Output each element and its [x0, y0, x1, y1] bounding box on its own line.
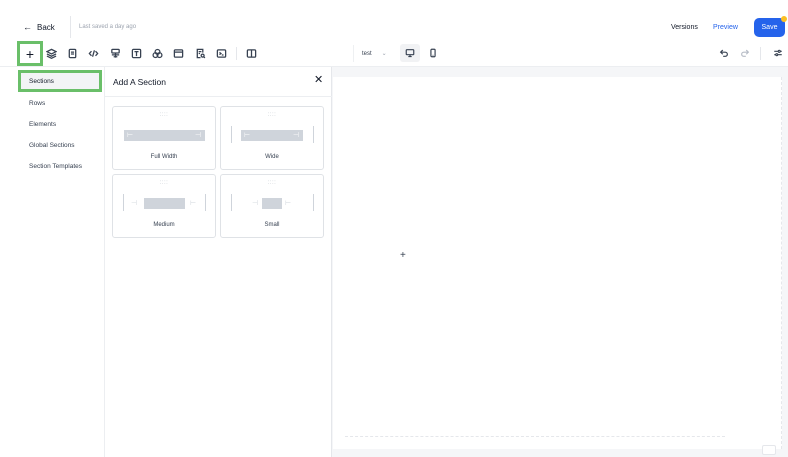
- back-button[interactable]: ← Back: [23, 22, 55, 32]
- section-preview-bar: [144, 198, 185, 209]
- section-card-label: Medium: [153, 222, 175, 228]
- toolbar-divider: [236, 47, 237, 60]
- sidebar-item-sections[interactable]: Sections: [18, 70, 102, 92]
- drag-handle-icon: ::::: [159, 180, 169, 186]
- search-file-icon[interactable]: [193, 46, 207, 60]
- text-icon[interactable]: [129, 46, 143, 60]
- layers-icon[interactable]: [44, 46, 58, 60]
- arrow-right-bar-icon: ⊣: [293, 132, 300, 139]
- colors-icon[interactable]: [150, 46, 164, 60]
- section-card-full-width[interactable]: :::: ⊢ ⊣ Full Width: [112, 106, 216, 170]
- preview-link[interactable]: Preview: [713, 24, 738, 31]
- section-card-medium[interactable]: :::: ⊣ ⊢ Medium: [112, 174, 216, 238]
- sidebar-item-section-templates[interactable]: Section Templates: [18, 155, 102, 177]
- sidebar-item-label: Global Sections: [29, 141, 75, 149]
- arrow-right-bar-icon: ⊣: [195, 132, 202, 139]
- sidebar: Sections Rows Elements Global Sections S…: [0, 67, 105, 457]
- section-preview-bar: [124, 130, 205, 141]
- notification-dot: [781, 16, 787, 22]
- arrow-right-icon: ⊢: [190, 200, 197, 207]
- redo-icon[interactable]: [738, 46, 752, 60]
- boundary-line: [123, 194, 124, 211]
- boundary-line: [313, 126, 314, 143]
- divider: [70, 16, 71, 38]
- arrow-left-icon: ←: [23, 22, 32, 32]
- arrow-left-icon: ⊣: [252, 200, 259, 207]
- desktop-icon: [405, 49, 415, 58]
- toolbar-divider: [760, 47, 761, 60]
- boundary-line: [205, 194, 206, 211]
- canvas-guide-line: [345, 436, 725, 437]
- columns-icon[interactable]: [244, 46, 258, 60]
- pages-icon[interactable]: [65, 46, 79, 60]
- section-card-small[interactable]: :::: ⊣ ⊢ Small: [220, 174, 324, 238]
- last-saved-text: Last saved a day ago: [79, 24, 137, 30]
- drag-handle-icon: ::::: [159, 112, 169, 118]
- divider: [105, 96, 332, 97]
- section-card-wide[interactable]: :::: ⊢ ⊣ Wide: [220, 106, 324, 170]
- back-label: Back: [37, 22, 55, 32]
- canvas-page[interactable]: [333, 77, 782, 449]
- terminal-icon[interactable]: [214, 46, 228, 60]
- sidebar-item-label: Sections: [29, 77, 54, 85]
- section-card-label: Full Width: [150, 154, 178, 160]
- canvas-corner-handle[interactable]: [762, 445, 776, 455]
- form-icon[interactable]: [108, 46, 122, 60]
- chevron-down-icon: ⌄: [381, 51, 387, 57]
- code-icon[interactable]: [86, 46, 100, 60]
- toolbar: + test ⌄: [0, 40, 788, 67]
- mobile-view-button[interactable]: [425, 44, 441, 62]
- undo-icon[interactable]: [717, 46, 731, 60]
- arrow-left-bar-icon: ⊢: [127, 132, 134, 139]
- page-selector-value: test: [362, 50, 372, 57]
- close-icon[interactable]: ✕: [314, 75, 323, 86]
- boundary-line: [231, 194, 232, 211]
- save-button[interactable]: Save: [754, 18, 785, 37]
- section-preview-bar: [262, 198, 282, 209]
- panel-title: Add A Section: [113, 77, 166, 87]
- boundary-line: [313, 194, 314, 211]
- arrow-right-icon: ⊢: [285, 200, 292, 207]
- mobile-icon: [430, 48, 436, 58]
- arrow-left-icon: ⊣: [131, 200, 138, 207]
- drag-handle-icon: ::::: [267, 180, 277, 186]
- add-section-plus-icon[interactable]: +: [400, 251, 406, 261]
- sidebar-item-label: Section Templates: [29, 162, 82, 170]
- section-card-label: Wide: [265, 154, 279, 160]
- desktop-view-button[interactable]: [400, 44, 420, 62]
- settings-icon[interactable]: [771, 46, 785, 60]
- sidebar-item-rows[interactable]: Rows: [18, 92, 102, 114]
- plus-icon: +: [25, 45, 35, 62]
- top-bar: ← Back Last saved a day ago Versions Pre…: [0, 0, 788, 40]
- section-card-label: Small: [264, 222, 280, 228]
- arrow-left-bar-icon: ⊢: [244, 132, 251, 139]
- add-element-button[interactable]: +: [17, 41, 43, 66]
- boundary-line: [231, 126, 232, 143]
- page-selector[interactable]: test ⌄: [353, 45, 393, 62]
- layout-icon[interactable]: [171, 46, 185, 60]
- sidebar-item-label: Elements: [29, 120, 57, 128]
- add-section-panel: Add A Section ✕ :::: ⊢ ⊣ Full Width ::::…: [105, 67, 332, 457]
- versions-link[interactable]: Versions: [671, 24, 698, 31]
- sidebar-item-elements[interactable]: Elements: [18, 113, 102, 135]
- sidebar-item-label: Rows: [29, 99, 46, 107]
- drag-handle-icon: ::::: [267, 112, 277, 118]
- sidebar-item-global-sections[interactable]: Global Sections: [18, 134, 102, 156]
